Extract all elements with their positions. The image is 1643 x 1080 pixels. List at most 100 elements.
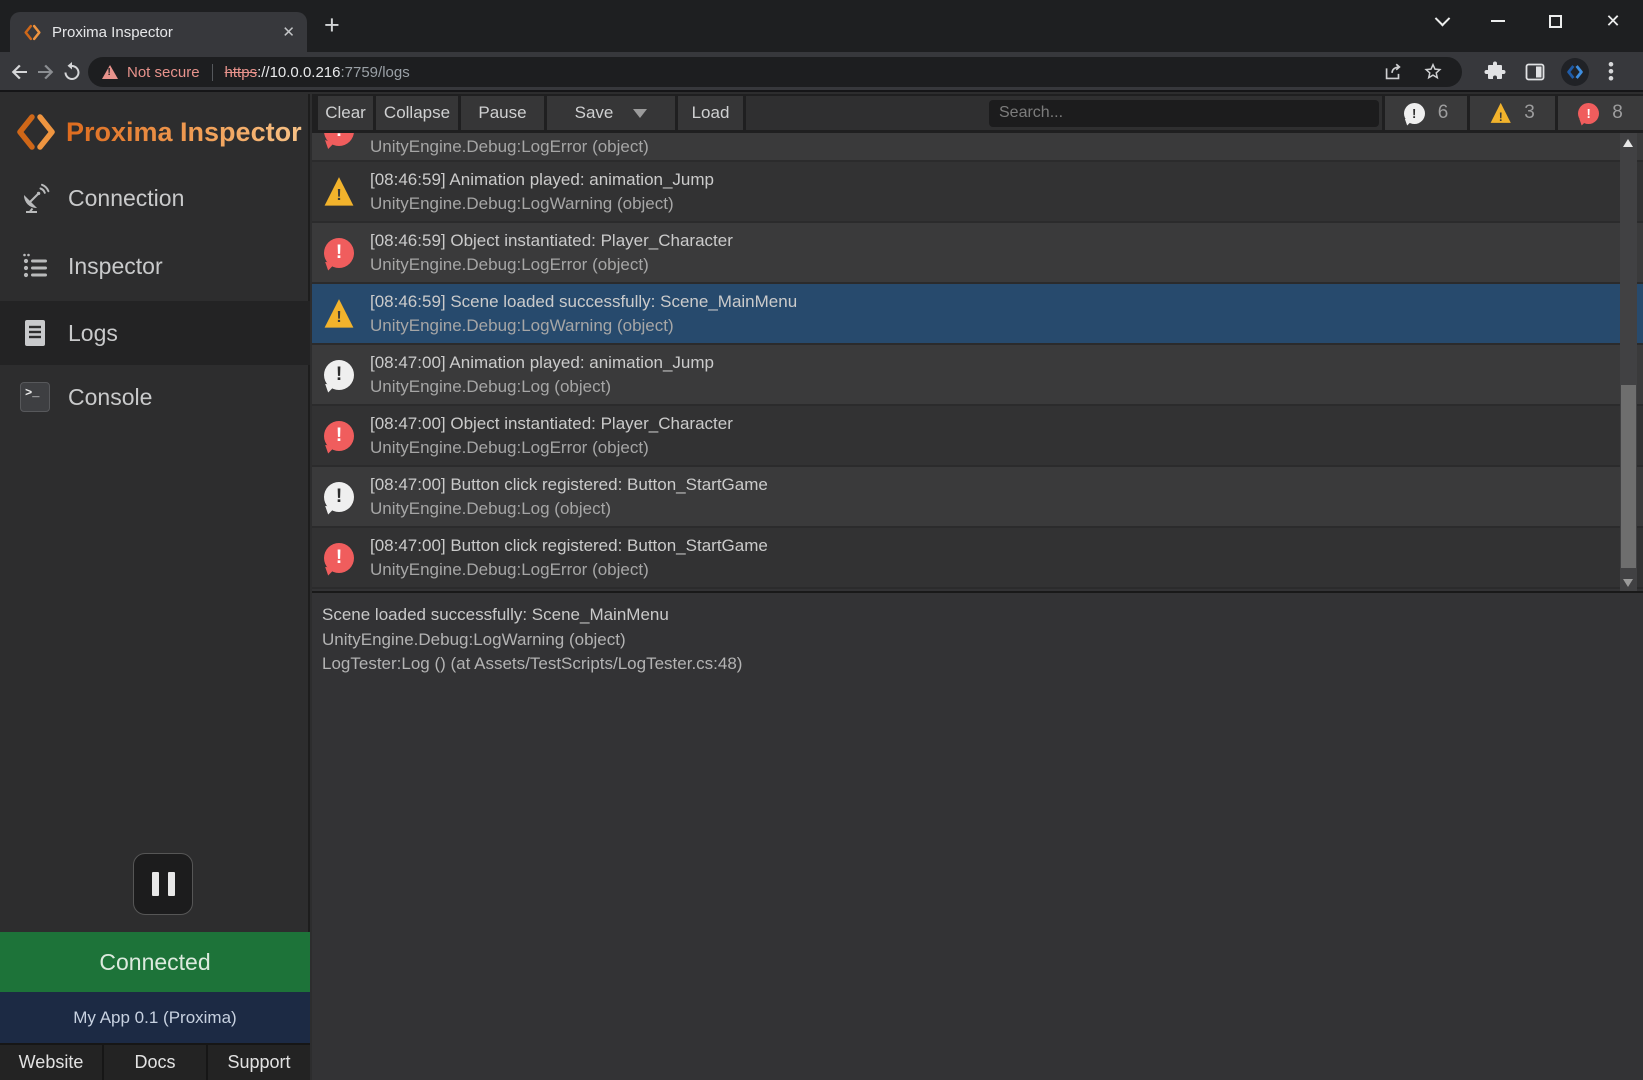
extensions-puzzle-icon[interactable] <box>1483 60 1507 84</box>
save-menu-caret-icon[interactable] <box>633 109 647 118</box>
tab-title: Proxima Inspector <box>52 24 282 41</box>
filter-error-button[interactable]: ! 8 <box>1558 96 1643 130</box>
scrollbar-thumb[interactable] <box>1621 385 1636 568</box>
window-close-icon[interactable]: ✕ <box>1599 10 1627 32</box>
error-icon: ! <box>324 543 354 573</box>
sidebar-item-connection[interactable]: Connection <box>0 166 310 230</box>
log-row[interactable]: ! [08:47:00] Animation played: animation_… <box>312 345 1643 406</box>
browser-menu-kebab-icon[interactable]: ••• <box>1604 61 1618 82</box>
app-root: Proxima Inspector Connection <box>0 94 1643 1080</box>
save-button[interactable]: Save <box>547 96 675 130</box>
sidebar-item-console[interactable]: >_ Console <box>0 365 310 429</box>
error-icon: ! <box>324 238 354 268</box>
app-info-label: My App 0.1 (Proxima) <box>73 1008 236 1028</box>
side-panel-icon[interactable] <box>1523 60 1547 84</box>
info-icon: ! <box>324 482 354 512</box>
log-message: [08:47:00] Object instantiated: Player_C… <box>370 412 733 436</box>
clear-button[interactable]: Clear <box>318 96 373 130</box>
info-count: 6 <box>1438 102 1449 124</box>
back-icon[interactable] <box>8 60 32 84</box>
log-row[interactable]: ![08:46:59] Animation played: animation_… <box>312 162 1643 223</box>
window-minimize-icon[interactable] <box>1484 10 1512 32</box>
connection-status-label: Connected <box>99 949 210 976</box>
sidebar: Proxima Inspector Connection <box>0 94 310 1080</box>
detail-message: Scene loaded successfully: Scene_MainMen… <box>322 603 1643 628</box>
log-stack: UnityEngine.Debug:LogError (object) <box>370 253 733 277</box>
new-tab-button[interactable]: + <box>324 10 340 41</box>
scroll-up-icon[interactable] <box>1623 139 1633 147</box>
sidebar-item-inspector[interactable]: Inspector <box>0 234 310 298</box>
log-stack: UnityEngine.Debug:LogWarning (object) <box>370 192 714 216</box>
url-path: :7759/logs <box>340 64 409 81</box>
brand-title: Proxima Inspector <box>66 117 302 148</box>
log-message: [08:47:00] Button click registered: Butt… <box>370 534 768 558</box>
warning-filter-icon: ! <box>1490 103 1511 124</box>
website-link[interactable]: Website <box>0 1045 102 1080</box>
window-maximize-icon[interactable] <box>1541 10 1569 32</box>
browser-navbar: Not secure https://10.0.0.216:7759/logs … <box>0 52 1643 92</box>
browser-titlebar: Proxima Inspector ✕ + ✕ <box>0 0 1643 52</box>
log-row[interactable]: ! [08:46:59] Object instantiated: Player_… <box>312 223 1643 284</box>
log-stack: UnityEngine.Debug:LogError (object) <box>370 558 768 582</box>
error-count: 8 <box>1612 102 1623 124</box>
browser-tab[interactable]: Proxima Inspector ✕ <box>10 12 307 52</box>
log-row[interactable]: ! [08:47:00] Button click registered: But… <box>312 467 1643 528</box>
bookmark-star-icon[interactable] <box>1422 61 1444 83</box>
window-chevron-down-icon[interactable] <box>1428 10 1456 32</box>
log-message: [08:47:00] Button click registered: Butt… <box>370 473 768 497</box>
not-secure-warning-icon <box>102 65 118 79</box>
sidebar-item-label: Inspector <box>68 253 163 280</box>
log-list: !UnityEngine.Debug:LogError (object)![08… <box>312 133 1643 591</box>
pause-icon <box>152 872 159 896</box>
document-icon <box>20 318 50 348</box>
log-message: [08:46:59] Animation played: animation_J… <box>370 168 714 192</box>
log-message: [08:46:59] Scene loaded successfully: Sc… <box>370 290 797 314</box>
share-icon[interactable] <box>1382 61 1404 83</box>
log-message: [08:47:00] Animation played: animation_J… <box>370 351 714 375</box>
sidebar-item-label: Connection <box>68 185 184 212</box>
tab-close-icon[interactable]: ✕ <box>282 23 295 41</box>
sidebar-footer: Website Docs Support <box>0 1043 310 1080</box>
log-detail-pane: Scene loaded successfully: Scene_MainMen… <box>312 591 1643 1080</box>
app-info-bar: My App 0.1 (Proxima) <box>0 992 310 1043</box>
error-filter-icon: ! <box>1578 103 1599 124</box>
support-link[interactable]: Support <box>208 1045 310 1080</box>
pause-button[interactable]: Pause <box>461 96 544 130</box>
forward-icon[interactable] <box>33 60 57 84</box>
reload-icon[interactable] <box>60 60 84 84</box>
detail-stack-line: LogTester:Log () (at Assets/TestScripts/… <box>322 652 1643 677</box>
url-scheme: https <box>225 64 258 81</box>
detail-stack-line: UnityEngine.Debug:LogWarning (object) <box>322 628 1643 653</box>
terminal-icon: >_ <box>20 382 50 412</box>
info-icon: ! <box>324 360 354 390</box>
address-bar[interactable]: Not secure https://10.0.0.216:7759/logs <box>88 57 1462 87</box>
log-stack: UnityEngine.Debug:LogError (object) <box>370 436 733 460</box>
warning-icon: ! <box>324 299 354 329</box>
scroll-down-icon[interactable] <box>1623 579 1633 587</box>
proxima-extension-icon[interactable] <box>1561 58 1589 86</box>
log-scrollbar[interactable] <box>1620 133 1637 591</box>
proxima-logo-icon <box>16 112 56 152</box>
collapse-button[interactable]: Collapse <box>376 96 458 130</box>
sidebar-item-label: Console <box>68 384 152 411</box>
list-icon <box>20 251 50 281</box>
filter-warning-button[interactable]: ! 3 <box>1470 96 1555 130</box>
log-message: [08:46:59] Object instantiated: Player_C… <box>370 229 733 253</box>
log-row[interactable]: !UnityEngine.Debug:LogError (object) <box>312 133 1643 162</box>
warning-count: 3 <box>1524 102 1535 124</box>
url-host: ://10.0.0.216 <box>257 64 340 81</box>
logs-toolbar: Clear Collapse Pause Save Load ! 6 ! 3 <box>312 94 1643 133</box>
brand: Proxima Inspector <box>16 110 302 154</box>
log-row[interactable]: ![08:47:00] Object instantiated: Player_… <box>312 406 1643 467</box>
search-input[interactable] <box>989 100 1379 127</box>
docs-link[interactable]: Docs <box>104 1045 206 1080</box>
sidebar-item-logs[interactable]: Logs <box>0 301 310 365</box>
omnibox-divider <box>212 64 213 81</box>
log-stack: UnityEngine.Debug:LogWarning (object) <box>370 314 797 338</box>
log-row[interactable]: ! [08:46:59] Scene loaded successfully: S… <box>312 284 1643 345</box>
pause-stream-button[interactable] <box>133 853 193 915</box>
log-row[interactable]: ! [08:47:00] Button click registered: But… <box>312 528 1643 589</box>
load-button[interactable]: Load <box>678 96 743 130</box>
filter-info-button[interactable]: ! 6 <box>1385 96 1467 130</box>
connection-status-bar: Connected <box>0 932 310 992</box>
